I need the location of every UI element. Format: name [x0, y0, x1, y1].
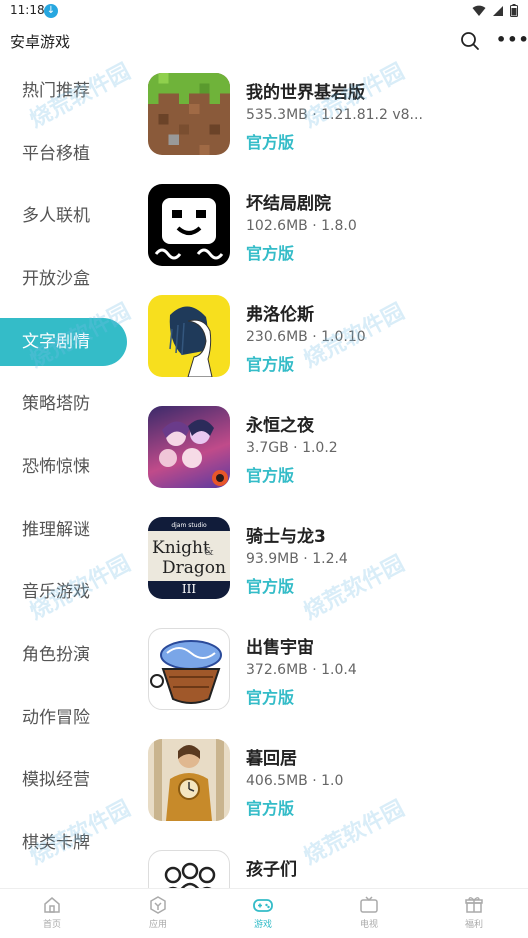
gamepad-icon — [253, 899, 273, 912]
page-title: 安卓游戏 — [10, 33, 71, 51]
status-icons — [472, 4, 518, 17]
game-icon-minecraft — [148, 73, 230, 155]
icon-title-amp: & — [204, 545, 214, 558]
list-item[interactable]: 暮回居 406.5MB · 1.0 官方版 — [132, 726, 528, 837]
sidebar-item-label: 角色扮演 — [22, 645, 90, 665]
more-options-icon[interactable]: ••• — [496, 30, 528, 49]
sidebar-item-label: 恐怖惊悚 — [22, 457, 90, 477]
list-item[interactable]: 坏结局剧院 102.6MB · 1.8.0 官方版 — [132, 171, 528, 282]
game-list: 我的世界基岩版 535.3MB · 1.21.81.2 v8... 官方版 坏结… — [132, 60, 528, 888]
sidebar-item-simulation[interactable]: 模拟经营 — [0, 756, 127, 804]
tab-label: 首页 — [42, 920, 61, 930]
game-meta: 3.7GB · 1.0.2 — [246, 440, 338, 456]
sidebar-item-label: 热门推荐 — [22, 81, 90, 101]
game-icon-children — [148, 850, 230, 888]
sidebar-item-label: 模拟经营 — [22, 770, 90, 790]
sidebar-item-label: 平台移植 — [22, 144, 90, 164]
app-icon — [150, 896, 166, 914]
list-item[interactable]: 我的世界基岩版 535.3MB · 1.21.81.2 v8... 官方版 — [132, 60, 528, 171]
app-bar: 安卓游戏 ••• — [0, 24, 528, 58]
download-indicator-icon: ↓ — [44, 4, 58, 18]
tab-label: 电视 — [359, 920, 378, 930]
game-name: 弗洛伦斯 — [246, 305, 314, 325]
status-time: 11:18 — [10, 3, 45, 17]
game-icon-eternal-night — [148, 406, 230, 488]
tab-games[interactable]: 游戏 — [233, 895, 293, 930]
list-item[interactable]: 出售宇宙 372.6MB · 1.0.4 官方版 — [132, 615, 528, 726]
icon-title-dragon: Dragon — [162, 558, 226, 578]
sidebar-item-music[interactable]: 音乐游戏 — [0, 568, 127, 616]
sidebar-item-label: 推理解谜 — [22, 520, 90, 540]
sidebar-item-label: 策略塔防 — [22, 394, 90, 414]
game-name: 坏结局剧院 — [246, 194, 331, 214]
game-name: 暮回居 — [246, 749, 297, 769]
sidebar-item-label: 动作冒险 — [22, 708, 90, 728]
tab-label: 游戏 — [253, 920, 272, 930]
sidebar-item-horror[interactable]: 恐怖惊悚 — [0, 443, 127, 491]
game-meta: 535.3MB · 1.21.81.2 v8... — [246, 107, 423, 123]
sidebar-item-strategy[interactable]: 策略塔防 — [0, 380, 127, 428]
sidebar-item-board-cards[interactable]: 棋类卡牌 — [0, 819, 127, 867]
sidebar-item-ports[interactable]: 平台移植 — [0, 130, 127, 178]
official-badge: 官方版 — [246, 133, 295, 152]
official-badge: 官方版 — [246, 577, 295, 596]
list-item[interactable]: 永恒之夜 3.7GB · 1.0.2 官方版 — [132, 393, 528, 504]
list-item[interactable]: 孩子们 — [132, 837, 528, 888]
official-badge: 官方版 — [246, 799, 295, 818]
category-sidebar: 热门推荐 平台移植 多人联机 开放沙盒 文字剧情 策略塔防 恐怖惊悚 推理解谜 … — [0, 60, 132, 888]
tab-label: 应用 — [148, 920, 167, 930]
game-icon-bad-end-theater — [148, 184, 230, 266]
wifi-icon — [472, 5, 486, 16]
game-name: 孩子们 — [246, 860, 297, 880]
game-meta: 93.9MB · 1.2.4 — [246, 551, 348, 567]
icon-title-knight: Knight — [152, 538, 210, 558]
game-name: 我的世界基岩版 — [246, 83, 365, 103]
sidebar-item-label: 多人联机 — [22, 206, 90, 226]
game-meta: 230.6MB · 1.0.10 — [246, 329, 366, 345]
game-icon-sell-universe — [148, 628, 230, 710]
official-badge: 官方版 — [246, 355, 295, 374]
sidebar-item-story[interactable]: 文字剧情 — [0, 318, 127, 366]
game-meta: 102.6MB · 1.8.0 — [246, 218, 357, 234]
tab-apps[interactable]: 应用 — [128, 895, 188, 930]
tab-home[interactable]: 首页 — [22, 895, 82, 930]
official-badge: 官方版 — [246, 244, 295, 263]
sidebar-item-puzzle[interactable]: 推理解谜 — [0, 506, 127, 554]
game-name: 骑士与龙3 — [246, 527, 326, 547]
official-badge: 官方版 — [246, 688, 295, 707]
sidebar-item-rpg[interactable]: 角色扮演 — [0, 631, 127, 679]
home-icon — [44, 897, 60, 913]
tv-icon — [360, 896, 378, 913]
gift-icon — [465, 897, 483, 913]
tab-tv[interactable]: 电视 — [339, 895, 399, 930]
signal-icon — [493, 5, 503, 16]
game-name: 永恒之夜 — [246, 416, 314, 436]
icon-studio-text: djam studio — [171, 522, 207, 529]
sidebar-item-hot[interactable]: 热门推荐 — [0, 67, 127, 115]
game-icon-knight-dragon: djam studio Knight & Dragon III — [148, 517, 230, 599]
game-meta: 406.5MB · 1.0 — [246, 773, 344, 789]
game-icon-florence — [148, 295, 230, 377]
search-icon[interactable] — [460, 31, 480, 51]
battery-icon — [510, 4, 518, 17]
game-name: 出售宇宙 — [246, 638, 314, 658]
list-item[interactable]: djam studio Knight & Dragon III 骑士与龙3 93… — [132, 504, 528, 615]
official-badge: 官方版 — [246, 466, 295, 485]
sidebar-item-action[interactable]: 动作冒险 — [0, 694, 127, 742]
status-bar: 11:18 ↓ — [0, 0, 528, 24]
sidebar-item-label: 音乐游戏 — [22, 582, 90, 602]
sidebar-item-label: 棋类卡牌 — [22, 833, 90, 853]
bottom-nav: 首页 应用 游戏 电视 福利 — [0, 888, 528, 938]
sidebar-item-label: 开放沙盒 — [22, 269, 90, 289]
sidebar-item-sandbox[interactable]: 开放沙盒 — [0, 255, 127, 303]
game-meta: 372.6MB · 1.0.4 — [246, 662, 357, 678]
game-icon-twilight-home — [148, 739, 230, 821]
tab-welfare[interactable]: 福利 — [444, 895, 504, 930]
list-item[interactable]: 弗洛伦斯 230.6MB · 1.0.10 官方版 — [132, 282, 528, 393]
sidebar-item-label: 文字剧情 — [22, 332, 90, 352]
tab-label: 福利 — [464, 920, 483, 930]
icon-title-num: III — [182, 582, 196, 596]
sidebar-item-multiplayer[interactable]: 多人联机 — [0, 192, 127, 240]
